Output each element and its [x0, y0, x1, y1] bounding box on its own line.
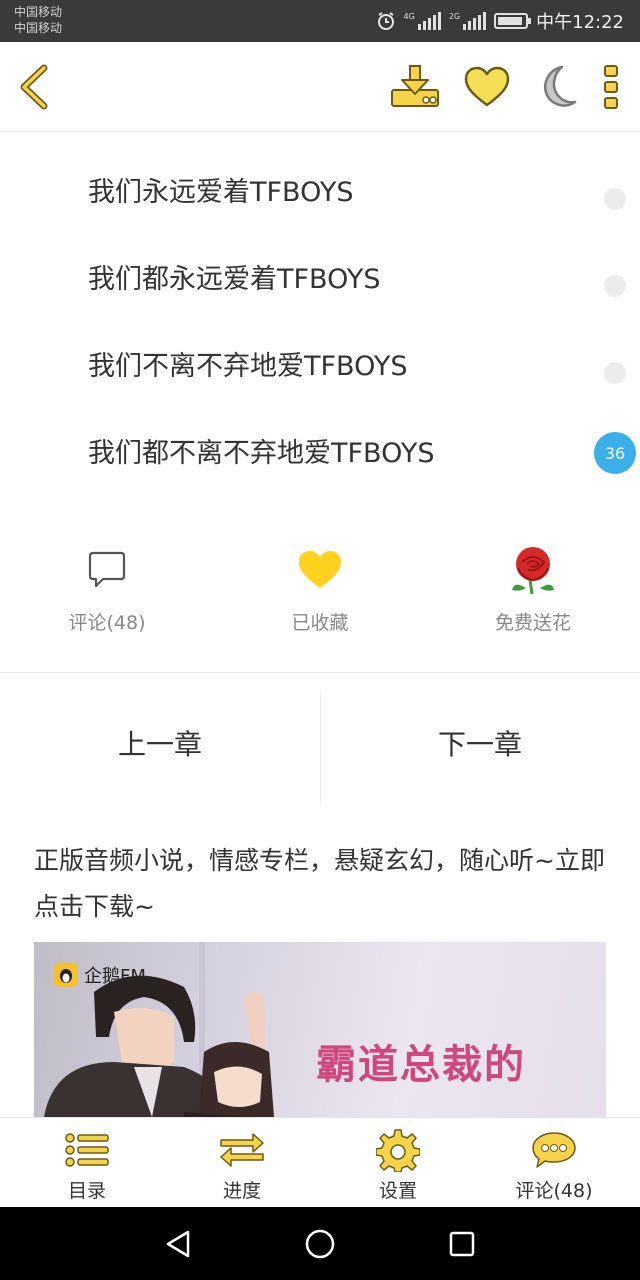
- battery-icon: [494, 13, 532, 29]
- paragraph: 我们不离不弃地爱TFBOYS: [88, 351, 408, 382]
- back-chevron-icon: [20, 64, 48, 110]
- tab-catalog[interactable]: 目录: [17, 1128, 157, 1203]
- favorite-action-label: 已收藏: [291, 612, 349, 634]
- favorite-action[interactable]: 已收藏: [250, 540, 390, 635]
- promo-banner[interactable]: 企鹅FM 霸道总裁的: [34, 942, 606, 1117]
- nav-home-button[interactable]: [300, 1225, 340, 1263]
- download-button[interactable]: [390, 64, 440, 110]
- reader-toolbar: [0, 42, 640, 132]
- status-time: 中午12:22: [536, 12, 624, 33]
- more-button[interactable]: [602, 64, 620, 110]
- comment-action-label: 评论(48): [68, 612, 146, 634]
- circle-home-icon: [305, 1229, 335, 1259]
- list-icon: [65, 1133, 109, 1167]
- paragraph: 我们永远爱着TFBOYS: [88, 177, 354, 208]
- rose-icon: [512, 547, 554, 595]
- carrier-2: 中国移动: [14, 21, 63, 35]
- more-vertical-icon: [604, 65, 618, 109]
- status-bar: 中国移动 中国移动 4G 2G 中午12:22: [0, 0, 640, 42]
- status-icons: 4G 2G 中午12:22: [376, 8, 624, 34]
- paragraph: 我们都不离不弃地爱TFBOYS: [88, 438, 435, 469]
- tab-settings[interactable]: 设置: [328, 1128, 468, 1203]
- paragraph-comment-dot[interactable]: [604, 362, 626, 384]
- tab-progress[interactable]: 进度: [172, 1128, 312, 1203]
- promo-text[interactable]: 正版音频小说，情感专栏，悬疑玄幻，随心听~立即点击下载~: [34, 838, 624, 930]
- next-chapter-button[interactable]: 下一章: [320, 673, 640, 813]
- send-flower-action[interactable]: 免费送花: [463, 540, 603, 635]
- heart-filled-icon: [299, 551, 341, 588]
- triangle-back-icon: [166, 1230, 190, 1258]
- back-button[interactable]: [14, 64, 54, 110]
- swap-arrows-icon: [220, 1133, 264, 1167]
- prev-chapter-button[interactable]: 上一章: [0, 673, 320, 813]
- chat-bubble-icon: [532, 1132, 576, 1168]
- paragraph-comment-badge[interactable]: 36: [594, 432, 636, 474]
- tab-settings-label: 设置: [378, 1180, 417, 1202]
- signal-4g-icon: 4G: [404, 12, 441, 30]
- banner-illustration: [44, 942, 274, 1117]
- system-navigation-bar: [0, 1207, 640, 1280]
- paragraph: 我们都永远爱着TFBOYS: [88, 264, 381, 295]
- chapter-navigation: 上一章 下一章: [0, 672, 640, 812]
- download-icon: [391, 65, 439, 107]
- tab-catalog-label: 目录: [67, 1180, 106, 1202]
- tab-comments-label: 评论(48): [515, 1180, 593, 1202]
- favorite-button[interactable]: [464, 66, 510, 108]
- reader-bottom-bar: 目录 进度 设置 评论(48): [0, 1117, 640, 1207]
- carrier-1: 中国移动: [14, 5, 63, 19]
- tab-progress-label: 进度: [222, 1180, 261, 1202]
- paragraph-comment-dot[interactable]: [604, 275, 626, 297]
- night-mode-button[interactable]: [534, 64, 578, 110]
- nav-recents-button[interactable]: [442, 1225, 482, 1263]
- heart-icon: [464, 66, 510, 107]
- alarm-icon: [377, 12, 394, 30]
- paragraph-comment-dot[interactable]: [604, 188, 626, 210]
- send-flower-label: 免费送花: [494, 612, 571, 634]
- nav-back-button[interactable]: [158, 1225, 198, 1263]
- signal-2g-icon: 2G: [449, 12, 487, 30]
- toolbar-actions: [390, 62, 620, 112]
- banner-title: 霸道总裁的: [316, 1041, 526, 1088]
- moon-icon: [544, 65, 577, 107]
- tab-comments[interactable]: 评论(48): [484, 1128, 624, 1203]
- chapter-actions: 评论(48) 已收藏 免费送花: [0, 540, 640, 670]
- gear-icon: [376, 1129, 420, 1172]
- square-recents-icon: [449, 1231, 475, 1257]
- comment-action[interactable]: 评论(48): [37, 540, 177, 635]
- carrier-info: 中国移动 中国移动: [14, 4, 62, 36]
- comment-bubble-icon: [88, 551, 126, 588]
